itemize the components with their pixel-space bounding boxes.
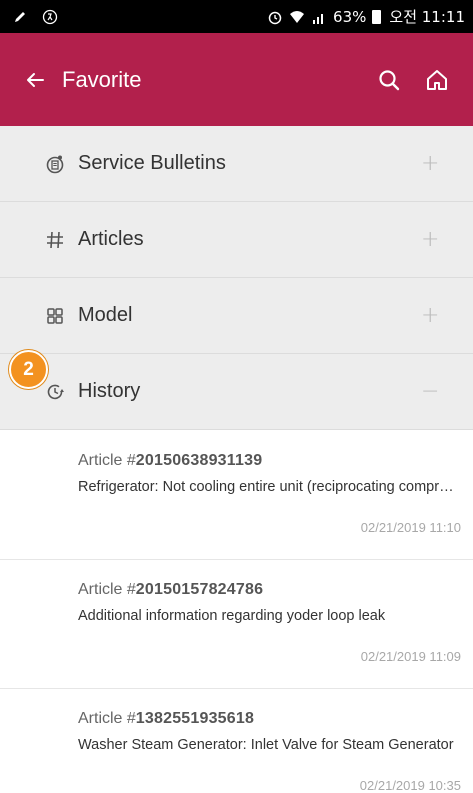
article-title: Washer Steam Generator: Inlet Valve for … [78,737,454,753]
search-button[interactable] [373,64,405,96]
list-item[interactable]: Article #1382551935618 Washer Steam Gene… [0,689,473,793]
menu-item-label: Articles [78,228,144,250]
menu-item-label: Service Bulletins [78,152,226,174]
status-bar: 63% 오전 11:11 [0,0,473,33]
article-prefix: Article # [78,710,136,727]
edit-pen-icon [15,11,25,22]
article-number: 20150638931139 [135,452,263,469]
menu-item-label: History [78,380,141,402]
arrow-left-icon [27,72,44,87]
list-item[interactable]: Article #20150157824786 Additional infor… [0,560,473,689]
article-date: 02/21/2019 11:09 [360,649,461,664]
article-prefix: Article # [78,581,136,598]
article-heading: Article #20150638931139 [78,452,459,470]
expand-plus-icon[interactable]: + [421,303,439,328]
menu-item-model[interactable]: Model + [0,278,473,354]
grid-icon [44,305,66,327]
article-title: Refrigerator: Not cooling entire unit (r… [78,479,460,495]
article-number: 1382551935618 [135,710,255,727]
signal-icon [313,13,324,24]
alarm-icon [268,11,282,24]
menu-item-label: Model [78,304,133,326]
article-prefix: Article # [78,452,136,469]
article-date: 02/21/2019 11:10 [360,520,461,535]
home-button[interactable] [421,64,453,96]
page-title: Favorite [62,66,142,92]
battery-icon [372,9,382,24]
article-date: 02/21/2019 10:35 [359,778,461,793]
list-item[interactable]: Article #20150638931139 Refrigerator: No… [0,431,473,560]
menu-item-service-bulletins[interactable]: Service Bulletins + [0,126,473,202]
battery-percent: 63% [333,7,367,26]
expand-plus-icon[interactable]: + [421,151,439,176]
article-heading: Article #1382551935618 [78,710,459,728]
collapse-minus-icon[interactable]: − [421,379,439,404]
step-badge: 2 [9,350,48,389]
status-left-icons [12,9,58,25]
menu-item-history[interactable]: History − [0,354,473,430]
search-icon [379,69,400,90]
accessibility-icon [42,9,58,24]
hash-icon [44,229,66,251]
app-bar: Favorite [0,33,473,126]
home-icon [427,69,447,90]
back-button[interactable] [20,65,50,95]
history-icon [44,381,66,403]
status-time: 오전 11:11 [389,8,465,26]
history-list: Article #20150638931139 Refrigerator: No… [0,431,473,793]
favorite-menu: Service Bulletins + Articles + Model + H… [0,126,473,430]
article-number: 20150157824786 [135,581,264,598]
article-title: Additional information regarding yoder l… [78,608,386,624]
article-heading: Article #20150157824786 [78,581,459,599]
wifi-icon [290,10,305,23]
status-right-icons: 63% 오전 11:11 [267,6,465,27]
bulletin-icon [44,153,66,175]
expand-plus-icon[interactable]: + [421,227,439,252]
menu-item-articles[interactable]: Articles + [0,202,473,278]
